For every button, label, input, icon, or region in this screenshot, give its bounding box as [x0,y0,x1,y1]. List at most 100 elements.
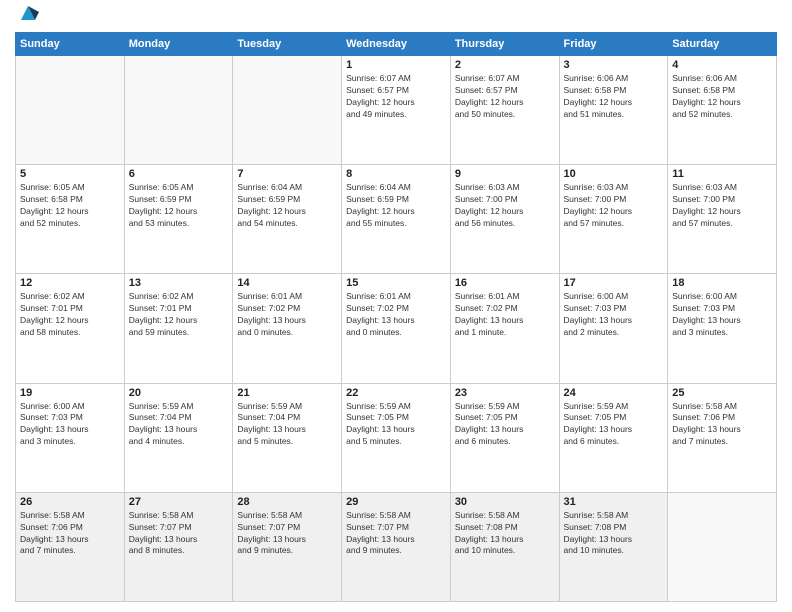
calendar-cell: 1Sunrise: 6:07 AM Sunset: 6:57 PM Daylig… [342,56,451,165]
calendar-cell [16,56,125,165]
calendar-cell: 14 Sunrise: 6:01 AM Sunset: 7:02 PM Dayli… [233,274,342,383]
day-info: Sunrise: 6:04 AM Sunset: 6:59 PM Dayligh… [346,182,446,230]
calendar-cell: 13 Sunrise: 6:02 AM Sunset: 7:01 PM Dayli… [124,274,233,383]
day-number: 8 [346,168,446,180]
day-info: Sunrise: 6:00 AM Sunset: 7:03 PM Dayligh… [564,291,664,339]
calendar-cell: 22 Sunrise: 5:59 AM Sunset: 7:05 PM Dayli… [342,383,451,492]
calendar-cell: 20 Sunrise: 5:59 AM Sunset: 7:04 PM Dayli… [124,383,233,492]
calendar-cell: 29 Sunrise: 5:58 AM Sunset: 7:07 PM Dayli… [342,492,451,601]
calendar-cell: 26 Sunrise: 5:58 AM Sunset: 7:06 PM Dayli… [16,492,125,601]
day-info: Sunrise: 6:05 AM Sunset: 6:58 PM Dayligh… [20,182,120,230]
day-number: 25 [672,387,772,399]
calendar-cell [124,56,233,165]
day-number: 29 [346,496,446,508]
calendar-cell: 7 Sunrise: 6:04 AM Sunset: 6:59 PM Daylig… [233,165,342,274]
day-number: 27 [129,496,229,508]
calendar-cell: 15 Sunrise: 6:01 AM Sunset: 7:02 PM Dayli… [342,274,451,383]
calendar-cell: 30 Sunrise: 5:58 AM Sunset: 7:08 PM Dayli… [450,492,559,601]
calendar-cell: 6 Sunrise: 6:05 AM Sunset: 6:59 PM Daylig… [124,165,233,274]
weekday-header: Saturday [668,33,777,56]
calendar-cell: 27Sunrise: 5:58 AM Sunset: 7:07 PM Dayli… [124,492,233,601]
calendar-cell: 5 Sunrise: 6:05 AM Sunset: 6:58 PM Daylig… [16,165,125,274]
day-number: 22 [346,387,446,399]
day-number: 28 [237,496,337,508]
day-number: 20 [129,387,229,399]
calendar-cell: 19 Sunrise: 6:00 AM Sunset: 7:03 PM Dayli… [16,383,125,492]
day-number: 6 [129,168,229,180]
day-number: 21 [237,387,337,399]
day-info: Sunrise: 5:59 AM Sunset: 7:04 PM Dayligh… [237,401,337,449]
calendar-cell: 18 Sunrise: 6:00 AM Sunset: 7:03 PM Dayli… [668,274,777,383]
calendar-week-row: 26 Sunrise: 5:58 AM Sunset: 7:06 PM Dayli… [16,492,777,601]
day-info: Sunrise: 6:06 AM Sunset: 6:58 PM Dayligh… [672,73,772,121]
day-info: Sunrise: 6:07 AM Sunset: 6:57 PM Dayligh… [455,73,555,121]
day-number: 24 [564,387,664,399]
day-info: Sunrise: 6:01 AM Sunset: 7:02 PM Dayligh… [346,291,446,339]
weekday-header: Sunday [16,33,125,56]
day-info: Sunrise: 6:03 AM Sunset: 7:00 PM Dayligh… [455,182,555,230]
day-info: Sunrise: 5:59 AM Sunset: 7:04 PM Dayligh… [129,401,229,449]
calendar-cell: 17Sunrise: 6:00 AM Sunset: 7:03 PM Dayli… [559,274,668,383]
calendar-cell [233,56,342,165]
day-number: 14 [237,277,337,289]
page: SundayMondayTuesdayWednesdayThursdayFrid… [0,0,792,612]
weekday-header: Tuesday [233,33,342,56]
day-number: 10 [564,168,664,180]
day-info: Sunrise: 5:58 AM Sunset: 7:06 PM Dayligh… [672,401,772,449]
day-info: Sunrise: 6:00 AM Sunset: 7:03 PM Dayligh… [672,291,772,339]
day-info: Sunrise: 6:00 AM Sunset: 7:03 PM Dayligh… [20,401,120,449]
day-number: 23 [455,387,555,399]
day-number: 30 [455,496,555,508]
day-number: 18 [672,277,772,289]
calendar-cell: 23 Sunrise: 5:59 AM Sunset: 7:05 PM Dayli… [450,383,559,492]
day-info: Sunrise: 6:05 AM Sunset: 6:59 PM Dayligh… [129,182,229,230]
calendar-cell: 16Sunrise: 6:01 AM Sunset: 7:02 PM Dayli… [450,274,559,383]
calendar-cell: 25 Sunrise: 5:58 AM Sunset: 7:06 PM Dayli… [668,383,777,492]
logo [15,10,39,24]
day-info: Sunrise: 5:58 AM Sunset: 7:07 PM Dayligh… [346,510,446,558]
day-info: Sunrise: 6:03 AM Sunset: 7:00 PM Dayligh… [564,182,664,230]
logo-icon [17,2,39,24]
calendar-cell: 12Sunrise: 6:02 AM Sunset: 7:01 PM Dayli… [16,274,125,383]
day-number: 5 [20,168,120,180]
day-number: 7 [237,168,337,180]
day-info: Sunrise: 5:58 AM Sunset: 7:06 PM Dayligh… [20,510,120,558]
day-number: 19 [20,387,120,399]
day-info: Sunrise: 6:01 AM Sunset: 7:02 PM Dayligh… [455,291,555,339]
calendar-cell: 3Sunrise: 6:06 AM Sunset: 6:58 PM Daylig… [559,56,668,165]
day-number: 15 [346,277,446,289]
day-number: 1 [346,59,446,71]
day-info: Sunrise: 5:59 AM Sunset: 7:05 PM Dayligh… [346,401,446,449]
calendar-cell [668,492,777,601]
weekday-header: Wednesday [342,33,451,56]
calendar-cell: 11 Sunrise: 6:03 AM Sunset: 7:00 PM Dayli… [668,165,777,274]
calendar-cell: 4 Sunrise: 6:06 AM Sunset: 6:58 PM Daylig… [668,56,777,165]
day-info: Sunrise: 5:59 AM Sunset: 7:05 PM Dayligh… [564,401,664,449]
calendar-table: SundayMondayTuesdayWednesdayThursdayFrid… [15,32,777,602]
calendar-week-row: 1 Sunrise: 6:07 AM Sunset: 6:57 PM Daylig… [16,56,777,165]
weekday-header: Thursday [450,33,559,56]
day-number: 4 [672,59,772,71]
day-number: 26 [20,496,120,508]
day-number: 3 [564,59,664,71]
day-number: 31 [564,496,664,508]
day-number: 9 [455,168,555,180]
day-info: Sunrise: 6:04 AM Sunset: 6:59 PM Dayligh… [237,182,337,230]
weekday-header: Friday [559,33,668,56]
calendar-cell: 28 Sunrise: 5:58 AM Sunset: 7:07 PM Dayli… [233,492,342,601]
day-info: Sunrise: 6:02 AM Sunset: 7:01 PM Dayligh… [129,291,229,339]
day-info: Sunrise: 6:03 AM Sunset: 7:00 PM Dayligh… [672,182,772,230]
day-number: 11 [672,168,772,180]
calendar-cell: 21 Sunrise: 5:59 AM Sunset: 7:04 PM Dayli… [233,383,342,492]
calendar-cell: 10 Sunrise: 6:03 AM Sunset: 7:00 PM Dayli… [559,165,668,274]
day-info: Sunrise: 5:58 AM Sunset: 7:07 PM Dayligh… [237,510,337,558]
calendar-week-row: 12Sunrise: 6:02 AM Sunset: 7:01 PM Dayli… [16,274,777,383]
day-info: Sunrise: 5:58 AM Sunset: 7:08 PM Dayligh… [564,510,664,558]
day-number: 13 [129,277,229,289]
day-info: Sunrise: 5:58 AM Sunset: 7:08 PM Dayligh… [455,510,555,558]
calendar-cell: 24 Sunrise: 5:59 AM Sunset: 7:05 PM Dayli… [559,383,668,492]
day-info: Sunrise: 5:59 AM Sunset: 7:05 PM Dayligh… [455,401,555,449]
weekday-header-row: SundayMondayTuesdayWednesdayThursdayFrid… [16,33,777,56]
day-info: Sunrise: 6:01 AM Sunset: 7:02 PM Dayligh… [237,291,337,339]
header [15,10,777,24]
